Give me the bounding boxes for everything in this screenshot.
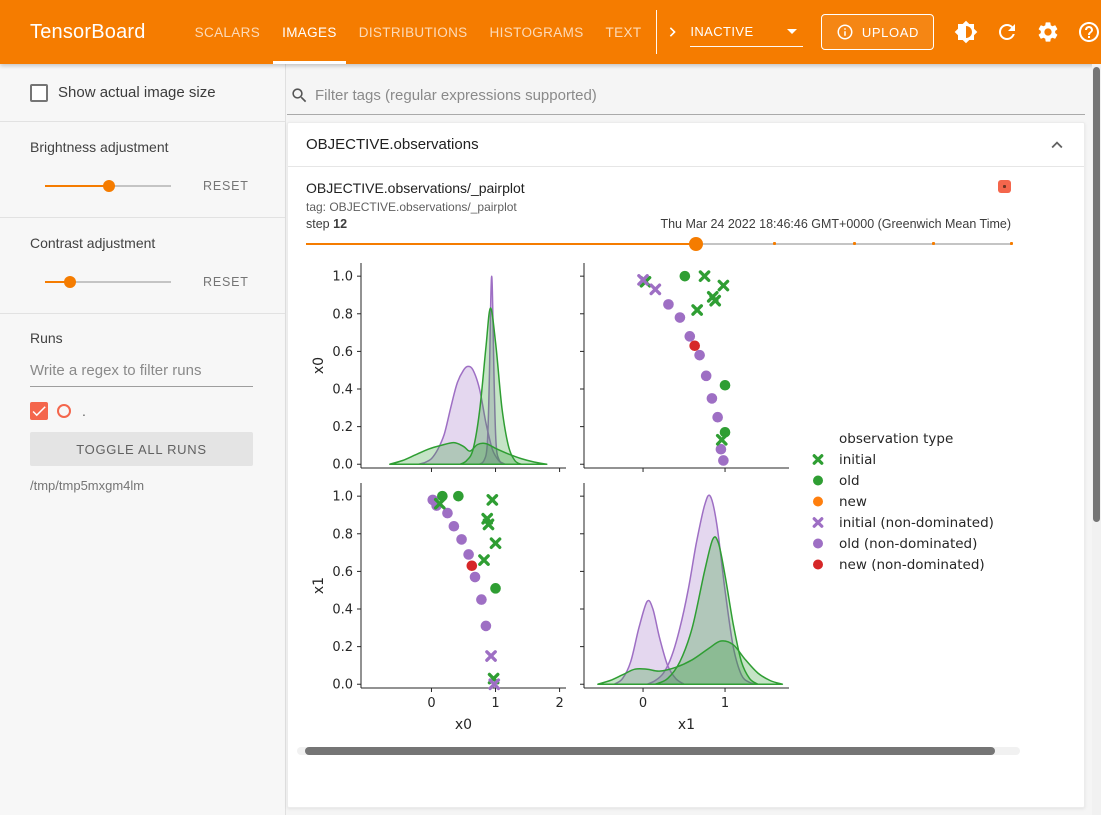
status-label: INACTIVE	[690, 24, 753, 39]
image-title: OBJECTIVE.observations/_pairplot	[306, 180, 525, 196]
run-color-badge	[998, 180, 1011, 193]
tab-histograms[interactable]: HISTOGRAMS	[479, 0, 595, 64]
brightness-label: Brightness adjustment	[30, 122, 255, 155]
svg-text:old (non-dominated): old (non-dominated)	[839, 536, 977, 552]
plugin-tabs: SCALARSIMAGESDISTRIBUTIONSHISTOGRAMSTEXT	[184, 0, 653, 64]
main-panel: OBJECTIVE.observations OBJECTIVE.observa…	[286, 64, 1101, 815]
svg-text:0: 0	[427, 696, 435, 711]
help-button[interactable]	[1077, 20, 1101, 44]
status-dropdown[interactable]: INACTIVE	[690, 17, 803, 47]
step-slider-tick	[773, 242, 776, 245]
tabs-divider	[656, 10, 657, 54]
svg-text:0.2: 0.2	[332, 640, 353, 655]
step-slider-thumb[interactable]	[689, 237, 703, 251]
info-icon	[836, 23, 854, 41]
svg-text:observation type: observation type	[839, 431, 953, 447]
show-actual-size-label: Show actual image size	[58, 84, 216, 101]
run-color-swatch[interactable]	[57, 404, 71, 418]
svg-text:0: 0	[639, 696, 647, 711]
tab-images[interactable]: IMAGES	[271, 0, 348, 64]
step-slider[interactable]	[306, 236, 1011, 252]
collapse-chevron-up-icon[interactable]	[1046, 134, 1068, 156]
contrast-slider[interactable]	[45, 275, 171, 289]
check-icon	[30, 402, 48, 420]
svg-text:1.0: 1.0	[332, 490, 353, 505]
brightness-slider[interactable]	[45, 179, 171, 193]
reload-button[interactable]	[995, 20, 1019, 44]
svg-text:0.4: 0.4	[332, 383, 353, 398]
vertical-scrollbar-thumb[interactable]	[1093, 67, 1100, 522]
run-list-item: .	[30, 400, 255, 422]
tag-group-title: OBJECTIVE.observations	[306, 136, 479, 153]
svg-text:1: 1	[721, 696, 729, 711]
tab-distributions[interactable]: DISTRIBUTIONS	[348, 0, 479, 64]
tensorboard-app: TensorBoard SCALARSIMAGESDISTRIBUTIONSHI…	[0, 0, 1101, 815]
svg-text:0.4: 0.4	[332, 603, 353, 618]
step-slider-tick	[932, 242, 935, 245]
show-actual-size-checkbox[interactable]	[30, 84, 48, 102]
runs-filter-input[interactable]	[30, 358, 253, 387]
brightness-icon	[954, 20, 978, 44]
help-icon	[1077, 20, 1101, 44]
svg-text:2: 2	[555, 696, 563, 711]
svg-text:0.6: 0.6	[332, 345, 353, 360]
step-slider-tick	[1010, 242, 1013, 245]
svg-text:old: old	[839, 473, 860, 489]
app-header: TensorBoard SCALARSIMAGESDISTRIBUTIONSHI…	[0, 0, 1101, 64]
tag-group-header[interactable]: OBJECTIVE.observations	[288, 123, 1084, 167]
svg-text:x0: x0	[455, 717, 472, 733]
run-name: .	[82, 403, 86, 419]
pairplot-image: 0.0 0.2 0.4 0.6 0.8 1.0 x0 0 1 2 0.0 0.2 0.4 0.6 0.8 1.…	[306, 256, 1011, 743]
svg-text:x0: x0	[311, 357, 327, 374]
upload-button[interactable]: UPLOAD	[821, 14, 934, 50]
gear-icon	[1036, 20, 1060, 44]
runs-title: Runs	[30, 314, 255, 346]
refresh-icon	[995, 20, 1019, 44]
run-checkbox[interactable]	[30, 402, 48, 420]
svg-text:0.2: 0.2	[332, 420, 353, 435]
tag-group-card: OBJECTIVE.observations OBJECTIVE.observa…	[287, 122, 1085, 808]
timestamp: Thu Mar 24 2022 18:46:46 GMT+0000 (Green…	[660, 217, 1011, 231]
svg-text:new (non-dominated): new (non-dominated)	[839, 557, 985, 573]
step-indicator: step 12	[306, 217, 347, 231]
image-tag: tag: OBJECTIVE.observations/_pairplot	[306, 200, 1011, 214]
svg-text:0.6: 0.6	[332, 565, 353, 580]
horizontal-scrollbar-thumb[interactable]	[305, 747, 995, 755]
contrast-reset-button[interactable]: RESET	[203, 275, 249, 289]
log-directory-path: /tmp/tmp5mxgm4lm	[30, 478, 255, 493]
tabs-overflow-chevron-icon[interactable]	[663, 21, 682, 43]
svg-text:1.0: 1.0	[332, 270, 353, 285]
settings-button[interactable]	[1036, 20, 1060, 44]
sidebar: Show actual image size Brightness adjust…	[0, 64, 286, 815]
horizontal-scrollbar[interactable]	[297, 747, 1020, 755]
vertical-scrollbar[interactable]	[1092, 64, 1101, 815]
contrast-label: Contrast adjustment	[30, 218, 255, 251]
svg-text:0.0: 0.0	[332, 458, 353, 473]
svg-text:0.0: 0.0	[332, 678, 353, 693]
app-title: TensorBoard	[30, 21, 146, 44]
tab-text[interactable]: TEXT	[595, 0, 653, 64]
brightness-reset-button[interactable]: RESET	[203, 179, 249, 193]
caret-down-icon	[787, 29, 797, 34]
svg-text:new: new	[839, 494, 867, 510]
svg-text:x1: x1	[678, 717, 695, 733]
svg-text:x1: x1	[311, 577, 327, 594]
toggle-all-runs-button[interactable]: TOGGLE ALL RUNS	[30, 432, 253, 466]
search-icon	[290, 86, 309, 105]
tab-scalars[interactable]: SCALARS	[184, 0, 271, 64]
step-slider-tick	[853, 242, 856, 245]
svg-text:initial: initial	[839, 452, 876, 468]
upload-label: UPLOAD	[862, 25, 919, 40]
svg-text:0.8: 0.8	[332, 527, 353, 542]
filter-tags-input[interactable]	[315, 87, 1085, 104]
header-icons	[954, 20, 1101, 44]
svg-text:1: 1	[491, 696, 499, 711]
svg-text:0.8: 0.8	[332, 307, 353, 322]
svg-text:initial (non-dominated): initial (non-dominated)	[839, 515, 994, 531]
brightness-toggle-button[interactable]	[954, 20, 978, 44]
